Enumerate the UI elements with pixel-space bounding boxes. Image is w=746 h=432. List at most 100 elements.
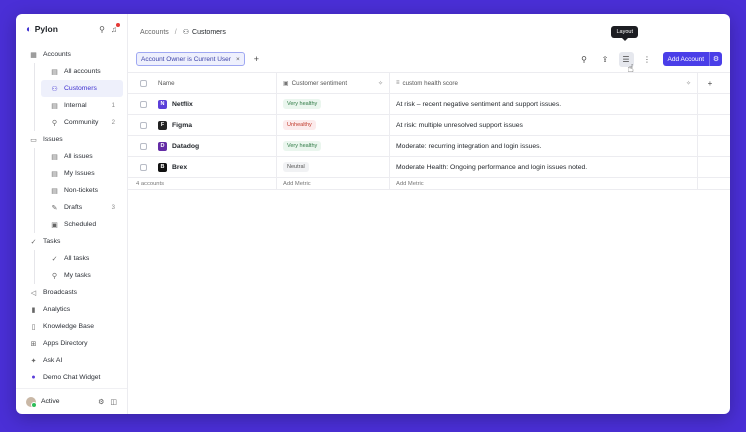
sidebar-item-ask-ai[interactable]: ✦ Ask AI xyxy=(20,352,123,369)
sidebar-item-issues[interactable]: ▭ Issues xyxy=(20,131,123,148)
company-logo-icon: D xyxy=(158,141,167,151)
check-circle-icon: ✓ xyxy=(30,238,37,246)
column-header-sentiment[interactable]: ▣ Customer sentiment ✧ xyxy=(277,73,390,93)
app-name: Pylon xyxy=(34,24,58,34)
sidebar-item-my-issues[interactable]: ▤ My Issues xyxy=(41,165,123,182)
count-badge: 2 xyxy=(111,119,115,126)
sidebar-item-my-tasks[interactable]: ⚲ My tasks xyxy=(41,267,123,284)
sidebar-item-tasks[interactable]: ✓ Tasks xyxy=(20,233,123,250)
users-icon: ⚇ xyxy=(182,29,190,36)
sentiment-badge: Very healthy xyxy=(283,141,322,151)
select-all-checkbox[interactable] xyxy=(139,79,147,87)
table-footer-row: 4 accounts Add Metric Add Metric xyxy=(128,178,730,190)
company-name[interactable]: Netflix xyxy=(172,101,193,108)
sidebar-item-all-issues[interactable]: ▤ All issues xyxy=(41,148,123,165)
sidebar-item-demo-chat-widget[interactable]: ● Demo Chat Widget xyxy=(20,369,123,386)
row-checkbox[interactable] xyxy=(139,100,147,108)
column-header-name[interactable]: Name xyxy=(158,73,277,93)
company-name[interactable]: Figma xyxy=(172,122,192,129)
brand-bar: ◐ Pylon ⚲ ♫ xyxy=(16,14,127,44)
row-checkbox[interactable] xyxy=(139,121,147,129)
row-checkbox[interactable] xyxy=(139,163,147,171)
sidebar-item-internal[interactable]: ▤ Internal 1 xyxy=(41,97,123,114)
filter-label: Account Owner is Current User xyxy=(141,55,231,63)
company-logo-icon: F xyxy=(158,120,167,130)
notifications-bell-icon[interactable]: ♫ xyxy=(111,22,120,34)
sidebar-nav: ▦ Accounts ▤ All accounts ⚇ Customers ▤ Inte… xyxy=(16,44,127,388)
count-badge: 3 xyxy=(111,204,115,211)
layout-panel-icon[interactable]: ◫ xyxy=(110,398,117,406)
add-account-button[interactable]: Add Account xyxy=(662,52,709,66)
sidebar: ◐ Pylon ⚲ ♫ ▦ Accounts ▤ All accounts ⚇ Cus… xyxy=(16,14,128,414)
sidebar-item-all-tasks[interactable]: ✓ All tasks xyxy=(41,250,123,267)
company-name[interactable]: Brex xyxy=(172,164,187,171)
health-score-text: Moderate Health: Ongoing performance and… xyxy=(396,163,588,171)
table-icon: ▤ xyxy=(51,153,58,161)
filter-chip[interactable]: Account Owner is Current User × xyxy=(136,52,245,66)
column-header-health[interactable]: ≡ custom health score ✧ xyxy=(390,73,698,93)
table-icon: ▤ xyxy=(51,170,58,178)
breadcrumb: Accounts / ⚇ Customers xyxy=(128,14,730,50)
user-icon: ⚲ xyxy=(51,272,58,280)
sidebar-item-all-accounts[interactable]: ▤ All accounts xyxy=(41,63,123,80)
settings-gear-icon[interactable]: ⚙ xyxy=(98,398,104,406)
search-icon[interactable]: ⚲ xyxy=(577,52,592,67)
sidebar-item-broadcasts[interactable]: ◁ Broadcasts xyxy=(20,284,123,301)
book-icon: ▯ xyxy=(31,323,36,331)
row-count: 4 accounts xyxy=(136,180,165,187)
tasks-submenu: ✓ All tasks ⚲ My tasks xyxy=(34,250,127,284)
table-row[interactable]: B Brex Neutral Moderate Health: Ongoing p… xyxy=(128,157,730,178)
inbox-icon: ▭ xyxy=(30,136,37,144)
ai-sparkle-icon[interactable]: ✧ xyxy=(686,80,691,87)
breadcrumb-current: ⚇ Customers xyxy=(182,28,226,37)
add-filter-button[interactable]: + xyxy=(254,54,259,64)
sidebar-footer: Active ⚙ ◫ xyxy=(16,388,127,414)
count-badge: 1 xyxy=(111,102,115,109)
sidebar-item-customers[interactable]: ⚇ Customers xyxy=(41,80,123,97)
toolbar: Account Owner is Current User × + ⚲ ⇪ ☰ … xyxy=(128,26,730,75)
text-field-icon: ≡ xyxy=(396,80,400,86)
notification-dot xyxy=(116,22,120,27)
table-icon: ▤ xyxy=(51,187,58,195)
sentiment-badge: Very healthy xyxy=(283,99,322,109)
check-circle-icon: ✓ xyxy=(51,255,58,263)
add-metric-button[interactable]: Add Metric xyxy=(283,181,311,187)
main-content: Accounts / ⚇ Customers Account Owner is C… xyxy=(128,14,730,414)
table-row[interactable]: D Datadog Very healthy Moderate: recurrin… xyxy=(128,136,730,157)
more-options-icon[interactable]: ⋮ xyxy=(640,52,655,67)
sidebar-item-drafts[interactable]: ✎ Drafts 3 xyxy=(41,199,123,216)
add-account-settings-icon[interactable]: ⚙ xyxy=(709,52,722,66)
sidebar-item-analytics[interactable]: ▮ Analytics xyxy=(20,301,123,318)
add-column-button[interactable]: + xyxy=(698,79,722,88)
avatar[interactable] xyxy=(26,396,37,408)
field-icon: ▣ xyxy=(283,80,289,87)
sidebar-item-community[interactable]: ⚲ Community 2 xyxy=(41,114,123,131)
health-score-text: At risk – recent negative sentiment and … xyxy=(396,100,562,108)
sentiment-badge: Unhealthy xyxy=(283,120,316,130)
hand-pointer-icon: ☝ xyxy=(627,63,634,75)
accounts-submenu: ▤ All accounts ⚇ Customers ▤ Internal 1 ⚲ Com… xyxy=(34,63,127,131)
breadcrumb-separator: / xyxy=(174,28,177,36)
sidebar-item-non-tickets[interactable]: ▤ Non-tickets xyxy=(41,182,123,199)
app-window: ◐ Pylon ⚲ ♫ ▦ Accounts ▤ All accounts ⚇ Cus… xyxy=(16,14,730,414)
company-logo-icon: B xyxy=(158,162,167,172)
table-header-row: Name ▣ Customer sentiment ✧ ≡ custom health… xyxy=(128,73,730,94)
add-metric-button[interactable]: Add Metric xyxy=(396,181,424,187)
breadcrumb-accounts-link[interactable]: Accounts xyxy=(140,29,169,36)
export-icon[interactable]: ⇪ xyxy=(598,52,613,67)
toolbar-actions: ⚲ ⇪ ☰ ⋮ Add Account ⚙ xyxy=(571,51,722,67)
sentiment-badge: Neutral xyxy=(283,162,309,172)
search-icon[interactable]: ⚲ xyxy=(99,25,105,34)
ai-sparkle-icon[interactable]: ✧ xyxy=(378,80,383,87)
sidebar-item-scheduled[interactable]: ▣ Scheduled xyxy=(41,216,123,233)
sidebar-item-accounts[interactable]: ▦ Accounts xyxy=(20,46,123,63)
remove-filter-icon[interactable]: × xyxy=(236,56,240,63)
table-row[interactable]: F Figma Unhealthy At risk: multiple unres… xyxy=(128,115,730,136)
row-checkbox[interactable] xyxy=(139,142,147,150)
sparkle-icon: ✦ xyxy=(30,357,37,365)
table-row[interactable]: N Netflix Very healthy At risk – recent n… xyxy=(128,94,730,115)
sidebar-item-knowledge-base[interactable]: ▯ Knowledge Base xyxy=(20,318,123,335)
sidebar-item-apps-directory[interactable]: ⊞ Apps Directory xyxy=(20,335,123,352)
layout-tooltip: Layout xyxy=(611,26,638,41)
company-name[interactable]: Datadog xyxy=(172,143,199,150)
